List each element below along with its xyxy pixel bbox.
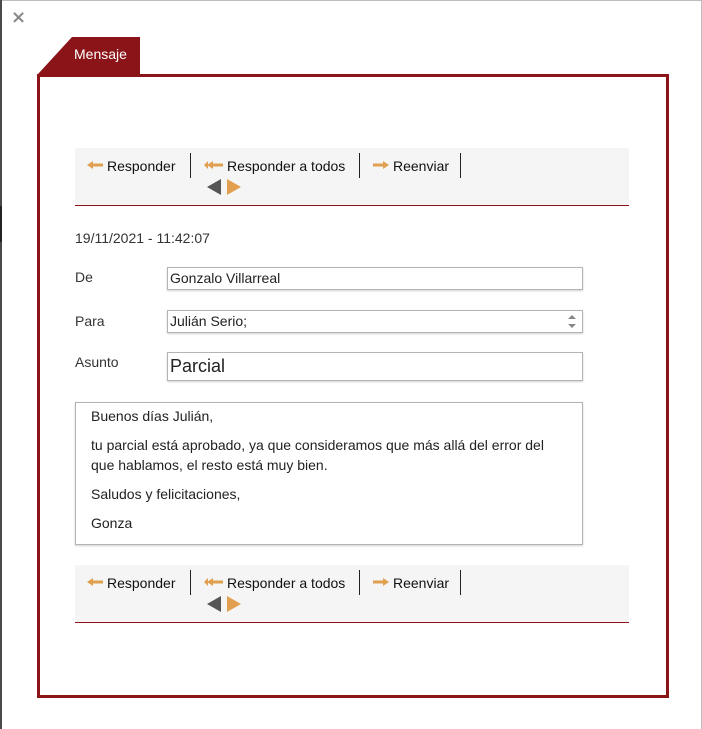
tab-mensaje-label: Mensaje bbox=[74, 46, 127, 62]
toolbar-divider bbox=[460, 153, 461, 178]
body-paragraph: Saludos y felicitaciones, bbox=[91, 486, 241, 502]
reply-all-label: Responder a todos bbox=[227, 575, 346, 591]
close-icon[interactable]: × bbox=[11, 8, 29, 28]
toolbar-divider bbox=[359, 570, 360, 595]
window-top-border bbox=[0, 0, 702, 1]
from-field[interactable]: Gonzalo Villarreal bbox=[167, 267, 583, 290]
forward-label: Reenviar bbox=[393, 158, 450, 174]
toolbar-divider bbox=[190, 153, 191, 178]
next-message-icon[interactable] bbox=[227, 179, 241, 195]
body-paragraph: tu parcial está aprobado, ya que conside… bbox=[91, 437, 544, 473]
body-paragraph: Buenos días Julián, bbox=[91, 408, 214, 424]
window-left-border bbox=[0, 0, 2, 729]
reply-all-label: Responder a todos bbox=[227, 158, 346, 174]
forward-arrow-icon bbox=[373, 578, 389, 586]
subject-label: Asunto bbox=[75, 354, 119, 370]
next-message-icon[interactable] bbox=[227, 596, 241, 612]
body-paragraph: Gonza bbox=[91, 515, 133, 531]
message-toolbar-top: Responder Responder a todos Reenviar bbox=[75, 148, 629, 206]
forward-arrow-icon bbox=[373, 161, 389, 169]
reply-arrow-icon bbox=[87, 578, 103, 586]
window-edge-marker bbox=[0, 206, 2, 242]
from-label: De bbox=[75, 269, 93, 285]
reply-label: Responder bbox=[107, 575, 176, 591]
message-timestamp: 19/11/2021 - 11:42:07 bbox=[75, 230, 210, 246]
prev-message-icon[interactable] bbox=[207, 596, 221, 612]
reply-all-arrow-icon bbox=[204, 161, 223, 169]
subject-field[interactable]: Parcial bbox=[167, 352, 583, 381]
prev-message-icon[interactable] bbox=[207, 179, 221, 195]
to-field[interactable]: Julián Serio; bbox=[167, 310, 583, 333]
toolbar-divider bbox=[460, 570, 461, 595]
to-field-value: Julián Serio; bbox=[170, 313, 248, 329]
message-toolbar-bottom: Responder Responder a todos Reenviar bbox=[75, 565, 629, 623]
toolbar-divider bbox=[359, 153, 360, 178]
forward-label: Reenviar bbox=[393, 575, 450, 591]
reply-label: Responder bbox=[107, 158, 176, 174]
toolbar-divider bbox=[190, 570, 191, 595]
to-label: Para bbox=[75, 313, 105, 329]
message-body[interactable]: Buenos días Julián, tu parcial está apro… bbox=[75, 402, 583, 545]
reply-all-arrow-icon bbox=[204, 578, 223, 586]
reply-arrow-icon bbox=[87, 161, 103, 169]
tab-mensaje[interactable]: Mensaje bbox=[38, 37, 140, 75]
to-field-spinner-icon[interactable] bbox=[566, 313, 578, 330]
